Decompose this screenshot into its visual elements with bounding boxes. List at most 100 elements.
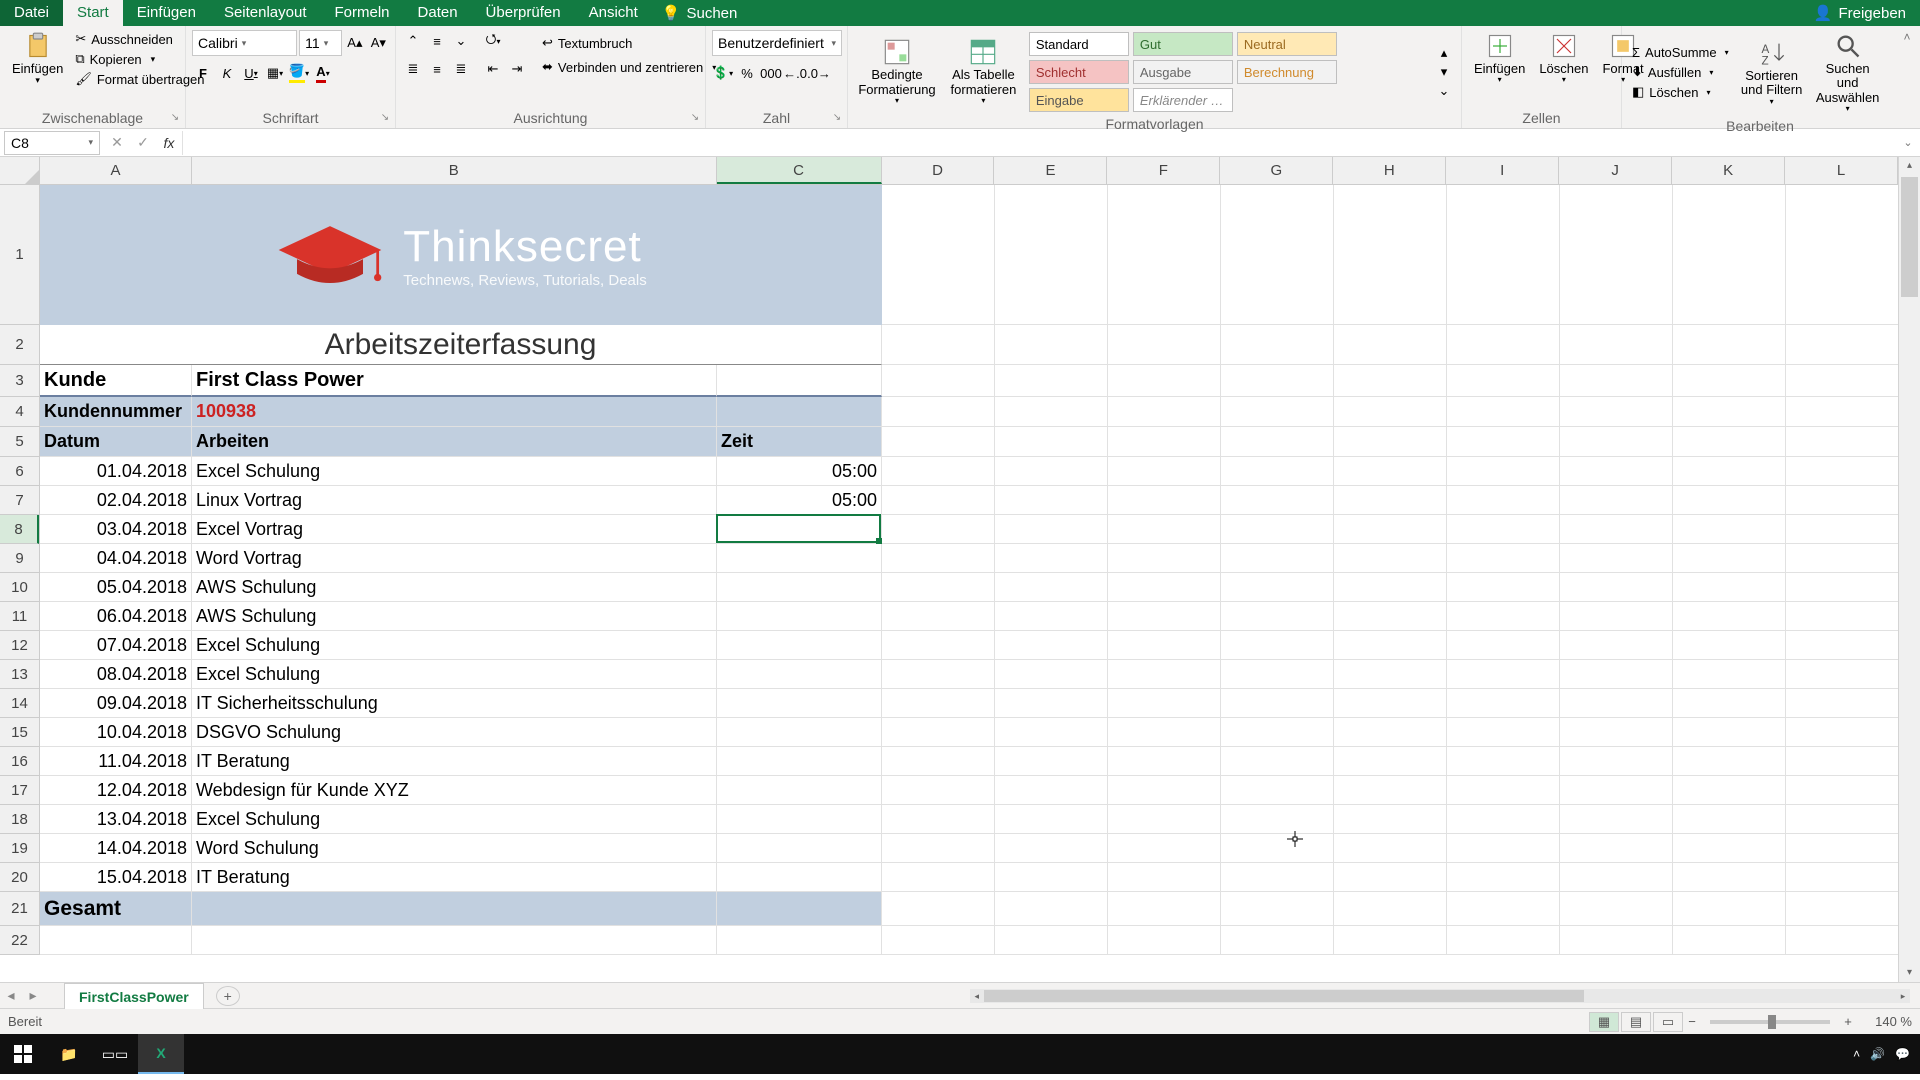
cell-E13[interactable] bbox=[995, 660, 1108, 689]
cell-I15[interactable] bbox=[1447, 718, 1560, 747]
fill-color-button[interactable]: 🪣▾ bbox=[288, 62, 310, 84]
cell-H10[interactable] bbox=[1334, 573, 1447, 602]
cell-K15[interactable] bbox=[1673, 718, 1786, 747]
cell-A16[interactable]: 11.04.2018 bbox=[40, 747, 192, 776]
tab-einfuegen[interactable]: Einfügen bbox=[123, 0, 210, 26]
bold-button[interactable]: F bbox=[192, 62, 214, 84]
cell-B9[interactable]: Word Vortrag bbox=[192, 544, 717, 573]
cell-I19[interactable] bbox=[1447, 834, 1560, 863]
cell-I1[interactable] bbox=[1447, 185, 1560, 325]
cell-L9[interactable] bbox=[1786, 544, 1898, 573]
cell-H16[interactable] bbox=[1334, 747, 1447, 776]
cell-E17[interactable] bbox=[995, 776, 1108, 805]
cell-G16[interactable] bbox=[1221, 747, 1334, 776]
cell-D1[interactable] bbox=[882, 185, 995, 325]
increase-indent-button[interactable]: ⇥ bbox=[506, 58, 528, 80]
cell-A14[interactable]: 09.04.2018 bbox=[40, 689, 192, 718]
cancel-formula-button[interactable]: ✕ bbox=[104, 134, 130, 151]
cell-D16[interactable] bbox=[882, 747, 995, 776]
cell-D19[interactable] bbox=[882, 834, 995, 863]
cell-B4[interactable]: 100938 bbox=[192, 397, 717, 427]
row-header-20[interactable]: 20 bbox=[0, 863, 39, 892]
delete-cells-button[interactable]: Löschen▾ bbox=[1533, 30, 1594, 87]
cell-H18[interactable] bbox=[1334, 805, 1447, 834]
cell-K2[interactable] bbox=[1673, 325, 1786, 365]
cell-J19[interactable] bbox=[1560, 834, 1673, 863]
cell-C6[interactable]: 05:00 bbox=[717, 457, 882, 486]
cell-G12[interactable] bbox=[1221, 631, 1334, 660]
align-top-button[interactable]: ⌃ bbox=[402, 30, 424, 52]
cell-K21[interactable] bbox=[1673, 892, 1786, 926]
cell-K5[interactable] bbox=[1673, 427, 1786, 457]
row-header-1[interactable]: 1 bbox=[0, 185, 39, 325]
align-bottom-button[interactable]: ⌄ bbox=[450, 30, 472, 52]
cell-A11[interactable]: 06.04.2018 bbox=[40, 602, 192, 631]
cell-style-ausgabe[interactable]: Ausgabe bbox=[1133, 60, 1233, 84]
merge-center-button[interactable]: ⬌Verbinden und zentrieren▾ bbox=[538, 58, 720, 76]
paste-button[interactable]: Einfügen ▾ bbox=[6, 30, 69, 88]
cell-L4[interactable] bbox=[1786, 397, 1898, 427]
scroll-up-arrow[interactable]: ▴ bbox=[1899, 157, 1920, 175]
cell-I6[interactable] bbox=[1447, 457, 1560, 486]
font-size-combo[interactable]: 11▾ bbox=[299, 30, 342, 56]
cell-J4[interactable] bbox=[1560, 397, 1673, 427]
tray-chevron-icon[interactable]: ˄ bbox=[1853, 1047, 1860, 1061]
increase-decimal-button[interactable]: ←.0 bbox=[784, 62, 806, 84]
cell-F16[interactable] bbox=[1108, 747, 1221, 776]
cell-K18[interactable] bbox=[1673, 805, 1786, 834]
col-header-A[interactable]: A bbox=[40, 157, 192, 184]
cell-A17[interactable]: 12.04.2018 bbox=[40, 776, 192, 805]
cell-K16[interactable] bbox=[1673, 747, 1786, 776]
formula-bar[interactable] bbox=[182, 131, 1896, 155]
cell-H5[interactable] bbox=[1334, 427, 1447, 457]
cell-I13[interactable] bbox=[1447, 660, 1560, 689]
cell-K14[interactable] bbox=[1673, 689, 1786, 718]
share-button[interactable]: 👤 Freigeben bbox=[1800, 4, 1920, 22]
cell-G15[interactable] bbox=[1221, 718, 1334, 747]
row-header-6[interactable]: 6 bbox=[0, 457, 39, 486]
cell-C21[interactable] bbox=[717, 892, 882, 926]
sort-filter-button[interactable]: AZSortieren und Filtern▾ bbox=[1735, 37, 1809, 108]
cell-E11[interactable] bbox=[995, 602, 1108, 631]
row-header-3[interactable]: 3 bbox=[0, 365, 39, 397]
cell-C9[interactable] bbox=[717, 544, 882, 573]
row-header-12[interactable]: 12 bbox=[0, 631, 39, 660]
cell-A22[interactable] bbox=[40, 926, 192, 955]
column-headers[interactable]: ABCDEFGHIJKL bbox=[40, 157, 1898, 185]
cell-style-neutral[interactable]: Neutral bbox=[1237, 32, 1337, 56]
cell-I14[interactable] bbox=[1447, 689, 1560, 718]
col-header-I[interactable]: I bbox=[1446, 157, 1559, 184]
cell-H4[interactable] bbox=[1334, 397, 1447, 427]
col-header-H[interactable]: H bbox=[1333, 157, 1446, 184]
task-view-button[interactable]: ▭▭ bbox=[92, 1034, 138, 1074]
cell-L2[interactable] bbox=[1786, 325, 1898, 365]
cell-F20[interactable] bbox=[1108, 863, 1221, 892]
cell-C18[interactable] bbox=[717, 805, 882, 834]
cell-D7[interactable] bbox=[882, 486, 995, 515]
cell-B19[interactable]: Word Schulung bbox=[192, 834, 717, 863]
italic-button[interactable]: K bbox=[216, 62, 238, 84]
row-header-11[interactable]: 11 bbox=[0, 602, 39, 631]
cell-G9[interactable] bbox=[1221, 544, 1334, 573]
cell-B10[interactable]: AWS Schulung bbox=[192, 573, 717, 602]
cell-H12[interactable] bbox=[1334, 631, 1447, 660]
cell-H22[interactable] bbox=[1334, 926, 1447, 955]
hscroll-left[interactable]: ◂ bbox=[970, 989, 984, 1003]
cell-D3[interactable] bbox=[882, 365, 995, 397]
row-header-19[interactable]: 19 bbox=[0, 834, 39, 863]
tab-start[interactable]: Start bbox=[63, 0, 123, 26]
cell-L3[interactable] bbox=[1786, 365, 1898, 397]
cell-style-gut[interactable]: Gut bbox=[1133, 32, 1233, 56]
cell-G13[interactable] bbox=[1221, 660, 1334, 689]
cell-L21[interactable] bbox=[1786, 892, 1898, 926]
cell-A21[interactable]: Gesamt bbox=[40, 892, 192, 926]
cell-D2[interactable] bbox=[882, 325, 995, 365]
cell-G21[interactable] bbox=[1221, 892, 1334, 926]
cell-I8[interactable] bbox=[1447, 515, 1560, 544]
cell-L17[interactable] bbox=[1786, 776, 1898, 805]
cell-B12[interactable]: Excel Schulung bbox=[192, 631, 717, 660]
percent-button[interactable]: % bbox=[736, 62, 758, 84]
row-header-18[interactable]: 18 bbox=[0, 805, 39, 834]
cell-C12[interactable] bbox=[717, 631, 882, 660]
cell-style-berechnung[interactable]: Berechnung bbox=[1237, 60, 1337, 84]
